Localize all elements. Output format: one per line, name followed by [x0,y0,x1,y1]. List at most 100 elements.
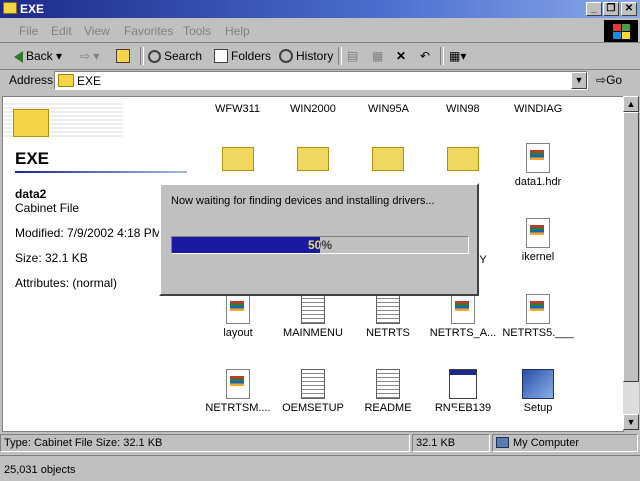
folder-icon [222,147,254,171]
search-button[interactable]: Search [148,47,202,65]
title-bar: EXE _ ❐ ✕ [0,0,640,18]
folder-label-win95a[interactable]: WIN95A [368,103,409,115]
folder-icon [372,147,404,171]
scroll-thumb[interactable] [623,112,639,382]
folder-label-windiag[interactable]: WINDIAG [514,103,562,115]
folder-item[interactable] [271,143,355,171]
window-title: EXE [20,2,45,16]
menu-edit[interactable]: Edit [51,24,72,38]
copy-to-icon[interactable]: ▦ [372,47,383,65]
progress-message: Now waiting for finding devices and inst… [171,195,435,207]
status-size: 32.1 KB [412,434,490,452]
file-item[interactable]: NETRTSM.... [196,369,280,414]
separator [338,47,342,65]
folder-item[interactable] [421,143,505,171]
menu-favorites[interactable]: Favorites [124,24,173,38]
setup-icon [522,369,554,399]
undo-icon[interactable]: ↶ [420,47,430,65]
menu-view[interactable]: View [84,24,110,38]
doc-icon [226,369,250,399]
toolbar: Back ▾ ⇨ ▾ Search Folders History ▤ ▦ ✕ … [0,43,640,70]
folder-title: EXE [15,149,50,168]
file-item[interactable]: NETRTS_A... [421,294,505,339]
selected-file-modified: Modified: 7/9/2002 4:18 PM [15,226,162,240]
doc-icon [526,143,550,173]
menu-tools[interactable]: Tools [183,24,211,38]
back-button[interactable]: Back ▾ [14,47,62,65]
progress-bar: 50% [171,236,469,254]
file-item[interactable]: layout [196,294,280,339]
windows-logo-icon [604,20,638,42]
menu-file[interactable]: File [19,24,38,38]
folder-icon [297,147,329,171]
minimize-button[interactable]: _ [586,2,602,16]
doc-icon [526,218,550,248]
selected-file-size: Size: 32.1 KB [15,251,88,265]
folders-button[interactable]: Folders [214,47,271,65]
up-folder-icon [116,49,130,63]
selected-file-type: Cabinet File [15,201,80,215]
text-file-icon [376,369,400,399]
separator [440,47,444,65]
menu-help[interactable]: Help [225,24,250,38]
file-item[interactable]: OEMSETUP [271,369,355,414]
folder-icon [58,74,74,87]
go-arrow-icon: ⇨ [596,73,607,87]
doc-icon [226,294,250,324]
progress-label: 50% [307,238,333,252]
doc-icon [526,294,550,324]
file-item[interactable]: data1.hdr [496,143,580,188]
file-item[interactable]: RNEEB139 [421,369,505,414]
folder-label-win2000[interactable]: WIN2000 [290,103,336,115]
file-item[interactable]: ikernel [496,218,580,263]
up-folder-button[interactable] [116,47,133,65]
scroll-down-button[interactable]: ▼ [623,414,639,430]
folder-item[interactable] [346,143,430,171]
text-file-icon [301,369,325,399]
delete-icon[interactable]: ✕ [396,47,406,65]
back-arrow-icon [14,51,23,63]
file-item[interactable]: Setup [496,369,580,414]
address-bar: Address EXE ▼ ⇨Go [0,70,640,92]
views-button[interactable]: ▦▾ [449,47,466,65]
file-item[interactable]: NETRTS5.___ [496,294,580,339]
close-button[interactable]: ✕ [621,2,637,16]
folders-icon [214,49,228,63]
doc-icon [451,294,475,324]
file-item[interactable]: NETRTS [346,294,430,339]
history-clock-icon [279,49,293,63]
title-underline [15,171,187,173]
vertical-scrollbar[interactable]: ▲ ▼ [623,96,639,430]
address-value: EXE [77,74,102,88]
progress-dialog: Now waiting for finding devices and inst… [159,183,479,296]
file-item[interactable]: MAINMENU [271,294,355,339]
history-button[interactable]: History [279,47,333,65]
folder-item[interactable] [196,143,280,171]
folder-label-wfw311[interactable]: WFW311 [215,103,260,115]
file-item[interactable]: README [346,369,430,414]
status-bar: Type: Cabinet File Size: 32.1 KB 32.1 KB… [0,433,640,453]
address-input[interactable]: EXE ▼ [54,71,588,90]
object-count: 25,031 objects [4,464,76,476]
scroll-up-button[interactable]: ▲ [623,96,639,112]
move-to-icon[interactable]: ▤ [347,47,358,65]
status-zone: My Computer [492,434,638,452]
folder-icon [3,2,17,14]
forward-button[interactable]: ⇨ ▾ [80,47,99,65]
menu-bar: File Edit View Favorites Tools Help [0,20,640,43]
separator [140,47,144,65]
text-file-icon [301,294,325,324]
address-dropdown-button[interactable]: ▼ [571,72,587,89]
go-button[interactable]: ⇨Go [596,73,622,87]
status-description: Type: Cabinet File Size: 32.1 KB [0,434,410,452]
large-folder-icon [13,109,49,137]
folder-label-win98[interactable]: WIN98 [446,103,480,115]
search-icon [148,50,161,63]
open-folder-icon [447,147,479,171]
secondary-status-bar: 25,031 objects [0,455,640,481]
restore-button[interactable]: ❐ [603,2,619,16]
selected-file-attributes: Attributes: (normal) [15,276,118,290]
selected-file-name: data2 [15,187,47,201]
application-icon [449,369,477,399]
address-label: Address [9,73,54,87]
